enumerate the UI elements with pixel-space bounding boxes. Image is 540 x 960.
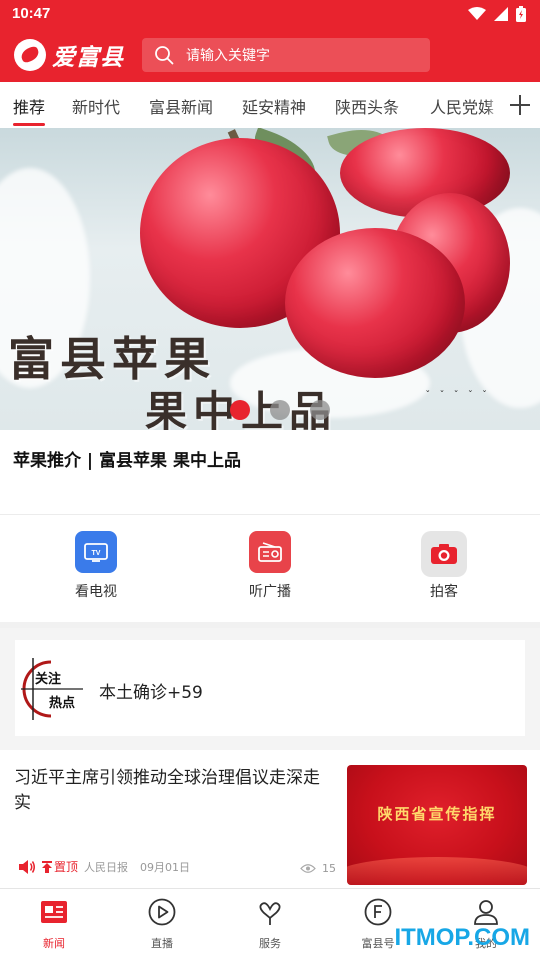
tab-yanan-spirit[interactable]: 延安精神 — [242, 94, 306, 118]
speaker-icon[interactable] — [18, 859, 36, 875]
service-label: 看电视 — [75, 584, 117, 600]
carousel-indicators — [230, 400, 330, 420]
hot-topic-section: 关注 热点 本土确诊+59 — [0, 628, 540, 750]
nav-news[interactable]: 新闻 — [14, 897, 94, 951]
app-header: 10:47 爱富县 请输入关键字 — [0, 0, 540, 82]
nav-label: 新闻 — [43, 937, 65, 950]
hot-topic-card[interactable]: 关注 热点 本土确诊+59 — [15, 640, 525, 736]
news-thumbnail: 陕西省宣传指挥 — [347, 765, 527, 885]
nav-label: 直播 — [151, 937, 173, 950]
quick-services: TV 看电视 听广播 拍客 — [0, 514, 540, 622]
tab-recommend[interactable]: 推荐 — [13, 94, 45, 118]
carousel-dot[interactable] — [270, 400, 290, 420]
nav-live[interactable]: 直播 — [122, 897, 202, 951]
camera-icon — [421, 531, 467, 577]
plus-icon — [510, 95, 530, 115]
bottom-navigation: 新闻 直播 服务 富县号 我的 ITMOP.COM — [0, 888, 540, 960]
svg-text:TV: TV — [92, 550, 101, 557]
service-watch-tv[interactable]: TV 看电视 — [56, 531, 136, 601]
banner-caption-area[interactable]: 苹果推介 | 富县苹果 果中上品 — [0, 430, 540, 514]
banner-carousel[interactable]: 富县苹果 果中上品 ˇ ˇ ˇ ˇ ˇ — [0, 128, 540, 430]
news-meta: 置顶 人民日报 09月01日 — [18, 858, 190, 875]
signal-icon — [494, 7, 508, 21]
banner-birds: ˇ ˇ ˇ ˇ ˇ — [425, 390, 490, 401]
search-bar[interactable]: 请输入关键字 — [142, 38, 430, 72]
fuxian-hao-icon — [338, 897, 418, 927]
service-label: 听广播 — [249, 584, 291, 600]
search-icon — [155, 46, 174, 65]
service-icon — [230, 897, 310, 927]
profile-icon — [446, 897, 526, 927]
add-channel-button[interactable] — [486, 82, 540, 128]
tab-new-era[interactable]: 新时代 — [72, 94, 120, 118]
eye-icon — [300, 864, 316, 873]
tab-fuxian-news[interactable]: 富县新闻 — [149, 94, 213, 118]
banner-apple — [285, 228, 465, 378]
tab-people-party-media[interactable]: 人民党媒 — [430, 94, 494, 118]
carousel-dot[interactable] — [310, 400, 330, 420]
tab-shaanxi-headlines[interactable]: 陕西头条 — [335, 94, 399, 118]
active-tab-indicator — [13, 123, 45, 126]
news-icon — [14, 897, 94, 927]
nav-label: 服务 — [259, 937, 281, 950]
app-logo[interactable]: 爱富县 — [14, 38, 124, 72]
carousel-dot[interactable] — [230, 400, 250, 420]
news-title: 习近平主席引领推动全球治理倡议走深走实 — [14, 768, 320, 813]
news-source: 人民日报 — [84, 860, 129, 874]
service-listen-radio[interactable]: 听广播 — [230, 531, 310, 601]
service-label: 拍客 — [430, 584, 458, 600]
banner-caption: 苹果推介 | 富县苹果 果中上品 — [13, 451, 241, 471]
channel-tabs: 推荐 新时代 富县新闻 延安精神 陕西头条 人民党媒 — [0, 82, 540, 128]
nav-service[interactable]: 服务 — [230, 897, 310, 951]
status-icons — [468, 6, 526, 22]
logo-emblem-icon — [14, 39, 46, 71]
view-count: 15 — [322, 862, 336, 875]
hot-topic-logo: 关注 热点 — [21, 658, 83, 720]
pin-top-icon — [42, 860, 52, 873]
news-thumbnail-text: 陕西省宣传指挥 — [377, 805, 497, 823]
app-name: 爱富县 — [52, 44, 124, 71]
pinned-badge: 置顶 — [42, 858, 78, 875]
status-time: 10:47 — [12, 5, 51, 22]
hot-topic-text: 本土确诊+59 — [99, 683, 203, 703]
service-paike[interactable]: 拍客 — [404, 531, 484, 601]
tv-icon: TV — [75, 531, 117, 573]
news-date: 09月01日 — [140, 860, 191, 874]
site-watermark: ITMOP.COM — [394, 924, 530, 951]
hot-logo-line2: 热点 — [49, 696, 76, 711]
news-item[interactable]: 习近平主席引领推动全球治理倡议走深走实 陕西省宣传指挥 置顶 人民日报 09月0… — [0, 750, 540, 888]
search-placeholder: 请输入关键字 — [186, 48, 270, 64]
pinned-label: 置顶 — [54, 860, 79, 874]
battery-icon — [516, 6, 526, 22]
live-play-icon — [122, 897, 202, 927]
radio-icon — [249, 531, 291, 573]
news-views: 15 — [300, 862, 336, 875]
hot-logo-line1: 关注 — [35, 672, 62, 687]
wifi-icon — [468, 7, 486, 20]
